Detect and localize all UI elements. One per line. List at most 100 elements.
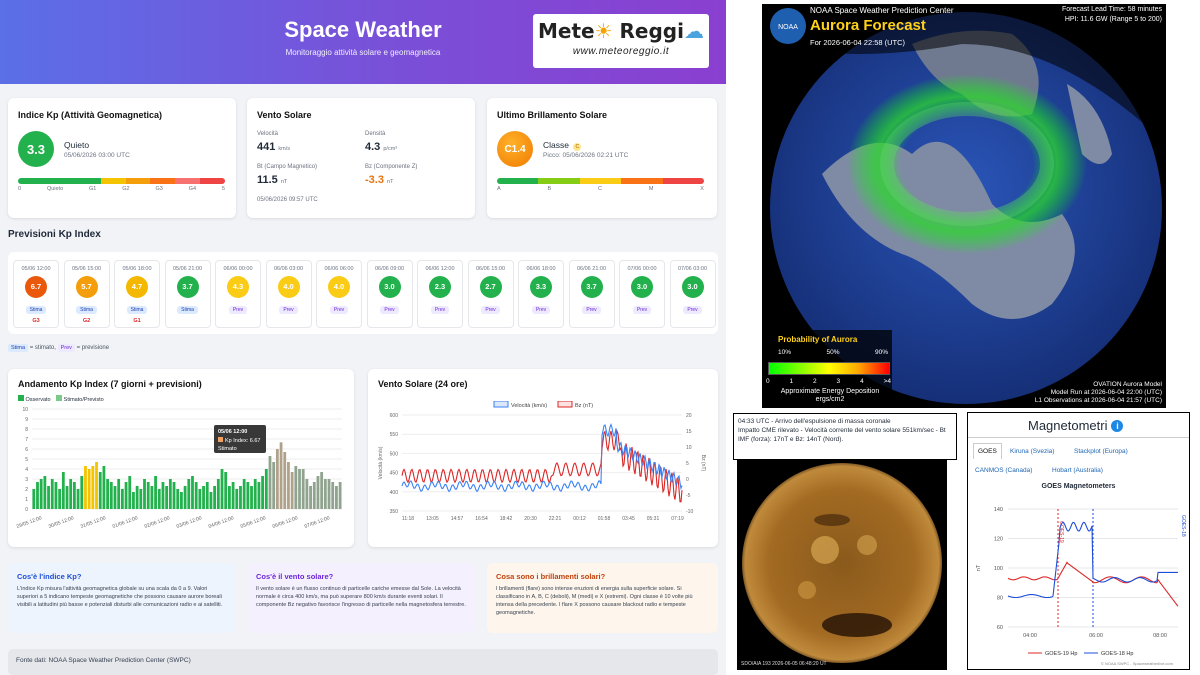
aurora-energy-label: Approximate Energy Deposition ergs/cm2 (780, 388, 880, 404)
kp-bar (246, 482, 250, 509)
forecast-date: 05/06 15:00 (71, 266, 102, 272)
kp-bar (305, 479, 309, 509)
meteoreggio-logo[interactable]: Mete☀ Reggi☁ www.meteoreggio.it (533, 14, 709, 68)
wind-y-right-tick: 20 (686, 413, 692, 419)
forecast-item[interactable]: 05/06 21:00 3.7 Stima (164, 260, 211, 328)
kp-bar (161, 482, 165, 509)
kp-value-badge: 3.3 (18, 131, 54, 167)
kp-bar (65, 486, 69, 509)
forecast-date: 06/06 21:00 (576, 266, 607, 272)
forecast-kp: 6.7 (25, 276, 47, 298)
kp-bar (165, 486, 169, 509)
forecast-item[interactable]: 06/06 03:00 4.0 Prev (265, 260, 312, 328)
kp-bar (80, 476, 84, 509)
flare-value-badge: C1.4 (497, 131, 533, 167)
sun-disk (742, 463, 942, 663)
bt-label: Bt (Campo Magnetico) (257, 164, 318, 170)
forecast-item[interactable]: 06/06 00:00 4.3 Prev (215, 260, 261, 328)
kp-bar (69, 479, 73, 509)
forecast-item[interactable]: 06/06 21:00 3.7 Prev (568, 260, 615, 328)
kp-y-tick: 6 (25, 447, 28, 453)
wind-line-chart[interactable]: Velocità (km/s) Bz (nT) 350 400 450 500 550 600… (374, 401, 708, 541)
forecast-g-level: G1 (133, 318, 141, 324)
info-icon[interactable]: i (1111, 420, 1124, 432)
kp-bar (298, 469, 301, 509)
aurora-title: Aurora Forecast (810, 17, 926, 34)
kp-bar (301, 469, 305, 509)
tab-kiruna[interactable]: Kiruna (Svezia) (1010, 448, 1054, 455)
forecast-item[interactable]: 05/06 18:00 4.7 Stima G1 (114, 260, 160, 328)
kp-bar (327, 479, 331, 509)
kp-bar (331, 482, 335, 509)
kp-y-tick: 9 (25, 417, 28, 423)
kp-bar (191, 476, 194, 509)
forecast-item[interactable]: 07/06 03:00 3.0 Prev (669, 260, 716, 328)
kp-tooltip-tag: Stimato (218, 446, 237, 452)
forecast-item[interactable]: 06/06 09:00 3.0 Prev (366, 260, 413, 328)
tab-goes[interactable]: GOES (973, 443, 1002, 459)
forecast-kp: 4.0 (277, 276, 300, 298)
tab-stackplot[interactable]: Stackplot (Europa) (1074, 448, 1128, 455)
forecast-kp: 3.7 (580, 276, 603, 298)
forecast-item[interactable]: 06/06 12:00 2.3 Prev (417, 260, 463, 328)
bz-line (401, 429, 683, 503)
goes18-mark-label: GOES-18 (1180, 515, 1186, 537)
forecast-tag: Prev (481, 306, 500, 314)
aurora-color-scale (768, 362, 890, 375)
forecast-kp: 4.7 (126, 276, 148, 298)
forecast-date: 06/06 15:00 (475, 266, 506, 272)
density-value: 4.3 p/cm³ (365, 141, 398, 153)
forecast-item[interactable]: 06/06 06:00 4.0 Prev (316, 260, 362, 328)
page: Space Weather Monitoraggio attività sola… (0, 0, 1200, 675)
kp-bar (220, 469, 224, 509)
wind-x-tick: 14:57 (451, 516, 464, 522)
tab-hobart[interactable]: Hobart (Australia) (1052, 467, 1103, 474)
cme-alert-box: 04:33 UTC - Arrivo dell'espulsione di ma… (733, 413, 957, 460)
kp-tooltip-swatch (218, 437, 223, 442)
flare-class-chip: C (573, 143, 582, 151)
forecast-tag: Prev (279, 306, 298, 314)
bz-label: Bz (Componente Z) (365, 164, 418, 170)
kp-x-tick: 04/06 12:00 (208, 515, 235, 530)
forecast-tag: Prev (329, 306, 349, 314)
tab-canmos[interactable]: CANMOS (Canada) (975, 467, 1032, 474)
aurora-forecast-map[interactable]: NOAA NOAA Space Weather Prediction Cente… (762, 4, 1166, 408)
kp-bar (43, 476, 47, 509)
kp-bar (54, 482, 58, 509)
kp-bar-chart[interactable]: 0 1 2 3 4 5 6 7 8 9 10 29/05 12:00 30/05 12:00 31/05 … (14, 405, 344, 545)
kp-bar (76, 489, 80, 509)
wind-x-tick: 05:31 (647, 516, 660, 522)
kp-forecast-strip[interactable]: 05/06 12:00 6.7 Stima G3 05/06 15:00 5.7 Stima… (8, 252, 718, 334)
wind-ylabel-left: Velocità (km/s) (378, 446, 384, 479)
wind-y-right-tick: -5 (686, 493, 691, 499)
forecast-item[interactable]: 06/06 18:00 3.3 Prev (518, 260, 564, 328)
forecast-kp: 3.0 (681, 276, 704, 298)
mag-y-tick: 80 (997, 596, 1003, 602)
kp-scale-bar (18, 178, 225, 184)
kp-bar (209, 492, 213, 509)
sdo-sun-image[interactable]: SDO/AIA 193 2026-06-05 06:48:20 UT (737, 460, 947, 670)
solar-flare-card: Ultimo Brillamento Solare C1.4 Classe C … (487, 98, 717, 218)
kp-bar (187, 479, 191, 509)
forecast-tag: Prev (531, 306, 551, 314)
forecast-item[interactable]: 05/06 15:00 5.7 Stima G2 (63, 260, 110, 328)
forecast-item[interactable]: 05/06 12:00 6.7 Stima G3 (13, 260, 59, 328)
legend-speed: Velocità (km/s) (511, 403, 547, 409)
forecast-item[interactable]: 06/06 15:00 2.7 Prev (467, 260, 514, 328)
forecast-title: Previsioni Kp Index (8, 229, 101, 240)
forecast-date: 07/06 03:00 (677, 266, 708, 272)
forecast-item[interactable]: 07/06 00:00 3.0 Prev (619, 260, 665, 328)
data-source-footer: Fonte dati: NOAA Space Weather Predictio… (8, 649, 718, 675)
wind-y-left-tick: 500 (390, 451, 399, 457)
wind-x-tick: 20:30 (524, 516, 537, 522)
kp-bar (205, 482, 209, 509)
kp-bar (290, 472, 294, 509)
kp-bar (227, 486, 231, 509)
mag-credit: © NOAA SWPC - Spaceweatherlive.com (1101, 661, 1174, 666)
kp-x-tick: 30/05 12:00 (48, 515, 75, 530)
mag-line-chart[interactable]: 6080100120140nT04:00 06:00 08:00GOES-19 GOE… (968, 495, 1189, 670)
forecast-legend: Stima = stimato, Prev = previsione (8, 344, 109, 352)
forecast-kp: 4.3 (227, 276, 249, 298)
forecast-tag: Stima (177, 306, 198, 314)
kp-y-tick: 8 (25, 427, 28, 433)
